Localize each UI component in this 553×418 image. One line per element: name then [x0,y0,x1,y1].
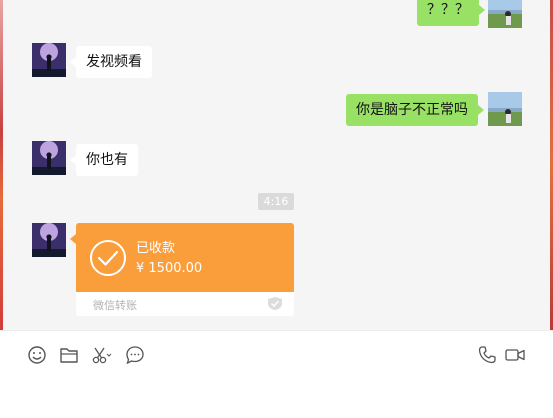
folder-icon [60,348,78,363]
voice-call-button[interactable] [476,344,498,366]
window-edge-left [0,0,3,330]
phone-icon [478,346,496,364]
chat-history-button[interactable] [124,344,146,366]
contact-avatar[interactable] [32,223,66,257]
screenshot-button[interactable] [90,344,112,366]
transfer-status: 已收款 [136,241,176,256]
message-input-area[interactable] [0,330,553,418]
message-timestamp: 4:16 [258,193,294,210]
send-file-button[interactable] [58,344,80,366]
message-bubble-outgoing[interactable]: ？？？ [417,0,485,26]
transfer-amount: ¥ 1500.00 [136,261,203,276]
message-text: ？？？ [427,2,469,18]
my-avatar[interactable] [488,0,522,28]
video-call-button[interactable] [504,344,526,366]
message-text: 你是脑子不正常吗 [356,102,468,118]
contact-avatar[interactable] [32,43,66,77]
message-bubble-incoming[interactable]: 你也有 [70,144,138,176]
scissors-icon [92,347,112,364]
chat-bubble-icon [126,346,144,365]
wechat-pay-logo-icon [268,297,282,310]
transfer-card-footer: 微信转账 [76,292,294,316]
contact-avatar[interactable] [32,141,66,175]
transfer-card-header: 已收款 ¥ 1500.00 [76,223,294,292]
transfer-card[interactable]: 已收款 ¥ 1500.00 微信转账 [76,223,294,316]
avatar-landscape-image [488,0,522,28]
message-bubble-outgoing[interactable]: 你是脑子不正常吗 [346,94,484,126]
message-text: 发视频看 [86,54,142,70]
emoji-button[interactable] [26,344,48,366]
transfer-type-label: 微信转账 [93,299,137,312]
avatar-landscape-image [488,92,522,126]
emoji-icon [28,346,46,364]
message-bubble-incoming[interactable]: 发视频看 [70,46,152,78]
avatar-figure-image [32,223,66,257]
avatar-figure-image [32,43,66,77]
avatar-figure-image [32,141,66,175]
my-avatar[interactable] [488,92,522,126]
message-text: 你也有 [86,152,128,168]
video-icon [505,349,525,361]
check-circle-icon [90,240,126,276]
